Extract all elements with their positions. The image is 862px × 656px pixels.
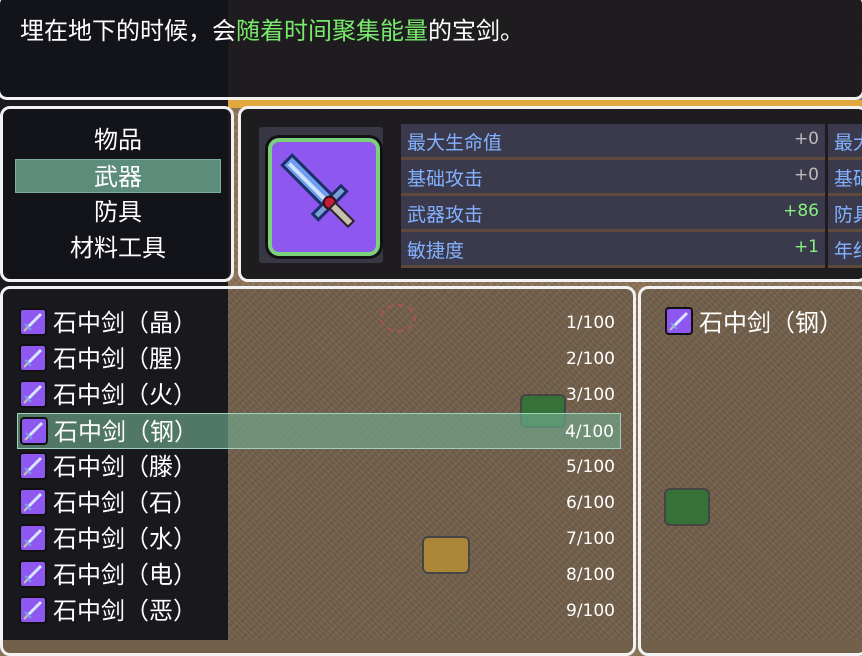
item-count: 4/100 — [565, 422, 614, 442]
item-name: 石中剑（滕） — [53, 453, 197, 481]
list-item[interactable]: 石中剑（水） 7/100 — [17, 521, 621, 557]
stat-label: 最大生命值 — [407, 132, 503, 154]
item-name: 石中剑（石） — [53, 489, 197, 517]
stat-label: 年纪 — [834, 240, 862, 262]
item-count: 3/100 — [566, 385, 615, 405]
sword-icon — [19, 596, 47, 624]
stat-value: +1 — [793, 237, 819, 257]
sword-icon — [19, 560, 47, 588]
list-item[interactable]: 石中剑（电） 8/100 — [17, 557, 621, 593]
item-count: 6/100 — [566, 493, 615, 513]
stat-label: 基础 — [834, 168, 862, 190]
item-count: 2/100 — [566, 349, 615, 369]
category-window: 物品 武器 防具 材料工具 — [0, 106, 234, 282]
description-highlight: 随着时间聚集能量 — [236, 17, 428, 45]
stat-value: +0 — [793, 129, 819, 149]
stat-label: 最大 — [834, 132, 862, 154]
stat-row-weapon-attack: 武器攻击 +86 — [401, 196, 825, 232]
sword-icon — [19, 524, 47, 552]
stat-row-col2: 基础 — [828, 160, 862, 196]
stat-value: +86 — [783, 201, 819, 221]
stat-row-col2: 年纪 — [828, 232, 862, 268]
item-name: 石中剑（恶） — [53, 597, 197, 625]
list-item[interactable]: 石中剑（晶） 1/100 — [17, 305, 621, 341]
item-description: 埋在地下的时候，会随着时间聚集能量的宝剑。 — [20, 11, 524, 46]
category-armor[interactable]: 防具 — [15, 195, 221, 229]
stat-row-agility: 敏捷度 +1 — [401, 232, 825, 268]
category-materials-tools[interactable]: 材料工具 — [15, 231, 221, 265]
item-count: 5/100 — [566, 457, 615, 477]
sword-icon — [265, 135, 383, 259]
item-name: 石中剑（电） — [53, 561, 197, 589]
item-count: 8/100 — [566, 565, 615, 585]
detail-item-name: 石中剑（钢） — [699, 309, 843, 337]
item-name: 石中剑（火） — [53, 381, 197, 409]
stat-row-col2: 防具 — [828, 196, 862, 232]
sword-icon — [19, 308, 47, 336]
list-item[interactable]: 石中剑（腥） 2/100 — [17, 341, 621, 377]
item-preview — [259, 127, 383, 263]
stat-value: +0 — [793, 165, 819, 185]
description-text-end: 的宝剑。 — [428, 17, 524, 45]
category-items[interactable]: 物品 — [15, 123, 221, 157]
description-text: 埋在地下的时候，会 — [20, 17, 236, 45]
item-name: 石中剑（腥） — [53, 345, 197, 373]
sword-icon — [665, 307, 693, 335]
item-count: 9/100 — [566, 601, 615, 621]
item-name: 石中剑（水） — [53, 525, 197, 553]
category-weapons[interactable]: 武器 — [15, 159, 221, 193]
sword-icon — [19, 344, 47, 372]
stat-row-max-hp: 最大生命值 +0 — [401, 124, 825, 160]
stat-label: 基础攻击 — [407, 168, 484, 190]
stat-label: 敏捷度 — [407, 240, 465, 262]
list-item[interactable]: 石中剑（滕） 5/100 — [17, 449, 621, 485]
item-count: 1/100 — [566, 313, 615, 333]
status-window: 最大生命值 +0 基础攻击 +0 武器攻击 +86 敏捷度 +1 最大 基础 防… — [238, 106, 862, 282]
sword-icon — [20, 417, 48, 445]
help-window: 埋在地下的时候，会随着时间聚集能量的宝剑。 — [0, 0, 862, 100]
sword-icon — [19, 380, 47, 408]
sword-icon — [19, 488, 47, 516]
stat-label: 防具 — [834, 204, 862, 226]
stat-row-col2: 最大 — [828, 124, 862, 160]
stat-row-base-attack: 基础攻击 +0 — [401, 160, 825, 196]
item-list-window: 石中剑（晶） 1/100 石中剑（腥） 2/100 石中剑（火） 3/100 石… — [0, 286, 636, 656]
sword-icon — [19, 452, 47, 480]
list-item-selected[interactable]: 石中剑（钢） 4/100 — [17, 413, 621, 449]
stat-label: 武器攻击 — [407, 204, 484, 226]
list-item[interactable]: 石中剑（石） 6/100 — [17, 485, 621, 521]
list-item[interactable]: 石中剑（火） 3/100 — [17, 377, 621, 413]
item-name: 石中剑（晶） — [53, 309, 197, 337]
list-item[interactable]: 石中剑（恶） 9/100 — [17, 593, 621, 629]
item-name: 石中剑（钢） — [54, 418, 198, 446]
item-count: 7/100 — [566, 529, 615, 549]
item-detail-window: 石中剑（钢） — [638, 286, 862, 656]
